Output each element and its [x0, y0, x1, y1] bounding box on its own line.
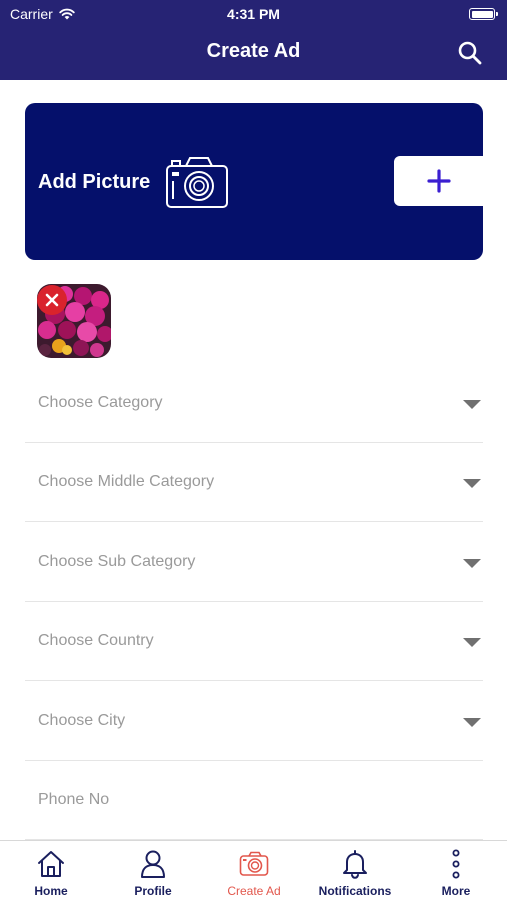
user-icon [141, 850, 165, 878]
bottom-tab-bar: Home Profile Create Ad Notifications Mor… [0, 840, 507, 900]
tab-notifications[interactable]: Notifications [304, 841, 406, 900]
chevron-down-icon [463, 400, 481, 409]
add-picture-button[interactable] [394, 156, 483, 206]
country-placeholder: Choose Country [38, 632, 154, 649]
tab-home-label: Home [34, 884, 68, 898]
city-placeholder: Choose City [38, 712, 126, 729]
home-icon [38, 851, 64, 877]
category-placeholder: Choose Category [38, 394, 163, 411]
phone-input[interactable]: Phone No [25, 760, 483, 840]
header: Carrier 4:31 PM Create Ad [0, 0, 507, 80]
tab-notifications-label: Notifications [318, 884, 392, 898]
search-icon[interactable] [457, 40, 483, 66]
tab-home[interactable]: Home [0, 841, 102, 900]
close-icon [45, 293, 59, 307]
camera-icon [166, 157, 228, 208]
city-dropdown[interactable]: Choose City [25, 681, 483, 761]
battery-icon [469, 8, 498, 20]
page-title: Create Ad [206, 40, 301, 62]
tab-create-ad-label: Create Ad [227, 884, 281, 898]
middle-category-placeholder: Choose Middle Category [38, 473, 215, 490]
chevron-down-icon [463, 638, 481, 647]
tab-more-label: More [441, 884, 471, 898]
tab-more[interactable]: More [405, 841, 507, 900]
tab-profile[interactable]: Profile [102, 841, 204, 900]
phone-placeholder: Phone No [38, 791, 110, 808]
chevron-down-icon [463, 559, 481, 568]
sub-category-placeholder: Choose Sub Category [38, 553, 196, 570]
plus-icon [426, 169, 451, 193]
status-bar: Carrier 4:31 PM [0, 0, 507, 28]
tab-create-ad[interactable]: Create Ad [203, 841, 305, 900]
camera-icon [239, 851, 269, 876]
bell-icon [343, 850, 367, 879]
sub-category-dropdown[interactable]: Choose Sub Category [25, 522, 483, 602]
more-vertical-icon [452, 849, 460, 879]
create-ad-screen: Carrier 4:31 PM Create Ad Add Picture Ch… [0, 0, 507, 900]
middle-category-dropdown[interactable]: Choose Middle Category [25, 442, 483, 522]
chevron-down-icon [463, 479, 481, 488]
status-time: 4:31 PM [227, 6, 280, 22]
chevron-down-icon [463, 718, 481, 727]
country-dropdown[interactable]: Choose Country [25, 601, 483, 681]
category-dropdown[interactable]: Choose Category [25, 363, 483, 443]
remove-image-button[interactable] [37, 285, 67, 315]
tab-profile-label: Profile [134, 884, 172, 898]
add-picture-card: Add Picture [25, 103, 483, 260]
add-picture-label: Add Picture [38, 171, 151, 193]
